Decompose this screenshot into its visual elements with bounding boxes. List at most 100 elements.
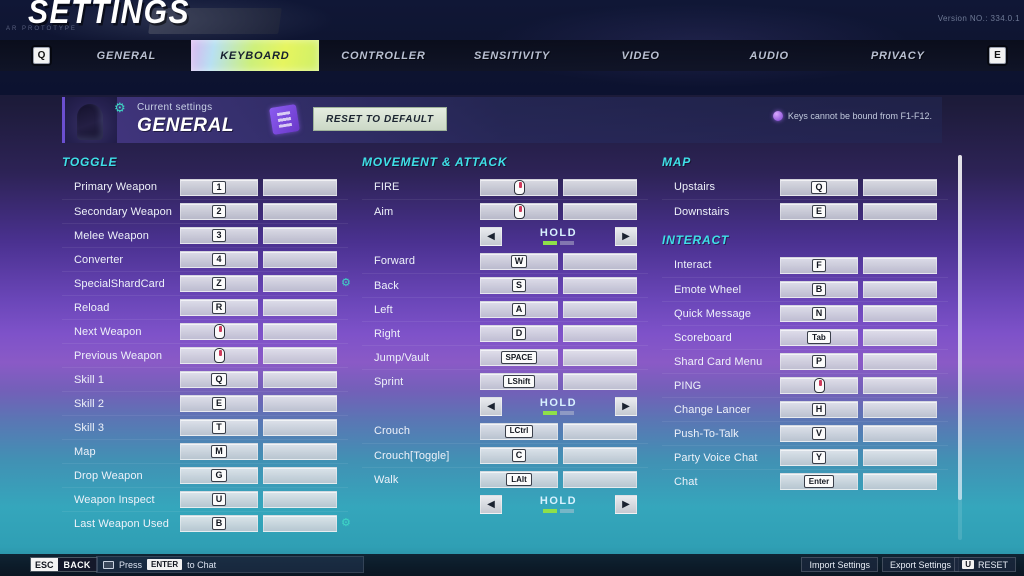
keybind-secondary-slot[interactable] (263, 227, 337, 244)
keybind-secondary-slot[interactable] (263, 347, 337, 364)
keybind-secondary-slot[interactable] (263, 323, 337, 340)
import-settings-button[interactable]: Import Settings (801, 557, 878, 572)
reset-to-default-button[interactable]: RESET TO DEFAULT (313, 107, 447, 131)
keybind-primary-slot[interactable]: 2 (180, 203, 258, 220)
keybind-primary-slot[interactable]: P (780, 353, 858, 370)
next-tab-key-badge[interactable]: E (989, 47, 1006, 64)
keybind-secondary-slot[interactable] (563, 349, 637, 366)
keybind-primary-slot[interactable] (480, 178, 558, 196)
chevron-left-icon[interactable]: ◀ (480, 396, 502, 416)
keybind-secondary-slot[interactable] (563, 373, 637, 390)
keybind-primary-slot[interactable]: E (780, 203, 858, 220)
keybind-primary-slot[interactable]: Enter (780, 473, 858, 490)
keybind-secondary-slot[interactable] (563, 178, 637, 196)
tab-sensitivity[interactable]: SENSITIVITY (448, 40, 577, 71)
keybind-primary-slot[interactable]: B (180, 515, 258, 532)
keybind-secondary-slot[interactable] (263, 203, 337, 220)
keybind-primary-slot[interactable]: G (180, 467, 258, 484)
keybind-primary-slot[interactable]: LCtrl (480, 422, 558, 440)
keybind-primary-slot[interactable] (780, 377, 858, 394)
keybind-primary-slot[interactable]: B (780, 281, 858, 298)
keybind-secondary-slot[interactable] (263, 395, 337, 412)
keybind-secondary-slot[interactable] (263, 515, 337, 532)
tab-general[interactable]: GENERAL (62, 40, 191, 71)
keybind-primary-slot[interactable]: A (480, 301, 558, 318)
keybind-primary-slot[interactable]: SPACE (480, 349, 558, 366)
keybind-secondary-slot[interactable] (863, 377, 937, 394)
keybind-secondary-slot[interactable] (563, 422, 637, 440)
export-settings-button[interactable]: Export Settings (881, 557, 959, 572)
keybind-secondary-slot[interactable] (563, 252, 637, 270)
tab-keyboard[interactable]: KEYBOARD (190, 40, 320, 71)
prev-tab-key-badge[interactable]: Q (33, 47, 50, 64)
chat-hint-bar[interactable]: Press ENTER to Chat (96, 556, 364, 573)
keybind-primary-slot[interactable]: N (780, 305, 858, 322)
keybind-primary-slot[interactable]: V (780, 425, 858, 442)
keybind-primary-slot[interactable]: S (480, 277, 558, 294)
keybind-secondary-slot[interactable] (563, 301, 637, 318)
keybind-primary-slot[interactable]: R (180, 299, 258, 316)
keybind-primary-slot[interactable]: 4 (180, 251, 258, 268)
keybind-secondary-slot[interactable] (263, 251, 337, 268)
chevron-right-icon[interactable]: ▶ (615, 396, 637, 416)
scrollbar-thumb[interactable] (958, 155, 962, 500)
keybind-primary-slot[interactable] (180, 323, 258, 340)
keybind-primary-slot[interactable]: U (180, 491, 258, 508)
keybind-primary-slot[interactable]: Z (180, 275, 258, 292)
keybind-secondary-slot[interactable] (563, 203, 637, 220)
scrollbar[interactable] (958, 155, 962, 540)
keybind-primary-slot[interactable]: Y (780, 449, 858, 466)
keybind-secondary-slot[interactable] (263, 443, 337, 460)
keybind-secondary-slot[interactable] (863, 256, 937, 274)
keybind-secondary-slot[interactable] (863, 203, 937, 220)
keybind-primary-slot[interactable]: W (480, 252, 558, 270)
keybind-primary-slot[interactable]: Tab (780, 329, 858, 346)
keybind-primary-slot[interactable]: T (180, 419, 258, 436)
keybind-primary-slot[interactable]: LAlt (480, 471, 558, 488)
keybind-primary-slot[interactable] (180, 347, 258, 364)
keybind-secondary-slot[interactable] (563, 325, 637, 342)
keybind-primary-slot[interactable]: H (780, 401, 858, 418)
keybind-secondary-slot[interactable] (863, 353, 937, 370)
keybind-primary-slot[interactable]: E (180, 395, 258, 412)
keybind-secondary-slot[interactable] (263, 467, 337, 484)
keybind-secondary-slot[interactable] (863, 281, 937, 298)
tab-video[interactable]: VIDEO (576, 40, 705, 71)
keybind-secondary-slot[interactable] (863, 473, 937, 490)
tab-controller[interactable]: CONTROLLER (319, 40, 448, 71)
reset-button[interactable]: U RESET (954, 557, 1016, 572)
keybind-primary-slot[interactable]: D (480, 325, 558, 342)
chevron-left-icon[interactable]: ◀ (480, 494, 502, 514)
tab-audio[interactable]: AUDIO (705, 40, 834, 71)
keybind-secondary-slot[interactable] (863, 401, 937, 418)
back-label: BACK (57, 558, 97, 571)
keybind-primary-slot[interactable]: 3 (180, 227, 258, 244)
keybind-secondary-slot[interactable] (563, 471, 637, 488)
keybind-primary-slot[interactable]: Q (180, 371, 258, 388)
keybind-primary-slot[interactable] (480, 203, 558, 220)
keybind-primary-slot[interactable]: Q (780, 178, 858, 196)
tab-privacy[interactable]: PRIVACY (833, 40, 962, 71)
keybind-primary-slot[interactable]: M (180, 443, 258, 460)
keybind-primary-slot[interactable]: 1 (180, 178, 258, 196)
chevron-right-icon[interactable]: ▶ (615, 226, 637, 246)
keybind-secondary-slot[interactable] (863, 305, 937, 322)
keybind-secondary-slot[interactable] (263, 178, 337, 196)
keybind-secondary-slot[interactable] (263, 275, 337, 292)
keybind-primary-slot[interactable]: LShift (480, 373, 558, 390)
keybind-secondary-slot[interactable] (863, 449, 937, 466)
chevron-left-icon[interactable]: ◀ (480, 226, 502, 246)
keybind-secondary-slot[interactable] (263, 419, 337, 436)
keybind-secondary-slot[interactable] (563, 277, 637, 294)
keybind-secondary-slot[interactable] (863, 329, 937, 346)
keybind-secondary-slot[interactable] (263, 491, 337, 508)
keybind-secondary-slot[interactable] (263, 299, 337, 316)
keybind-secondary-slot[interactable] (863, 425, 937, 442)
keybind-secondary-slot[interactable] (263, 371, 337, 388)
keybind-primary-slot[interactable]: F (780, 256, 858, 274)
keybind-primary-slot[interactable]: C (480, 447, 558, 464)
chevron-right-icon[interactable]: ▶ (615, 494, 637, 514)
back-button[interactable]: ESC BACK (30, 557, 98, 572)
keybind-secondary-slot[interactable] (563, 447, 637, 464)
keybind-secondary-slot[interactable] (863, 178, 937, 196)
